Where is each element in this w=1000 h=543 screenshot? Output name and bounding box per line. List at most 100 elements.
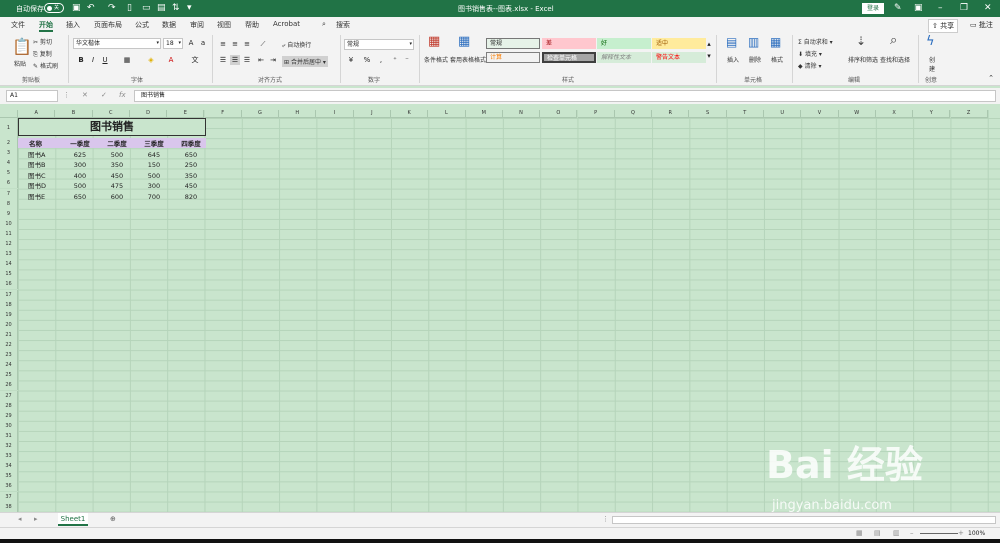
autosave-toggle[interactable]: 关 [44, 3, 64, 13]
find-select-icon[interactable]: ⌕ [890, 34, 897, 47]
name-box[interactable]: A1 [6, 90, 58, 102]
row-header-20[interactable]: 20 [0, 319, 18, 330]
table-cell[interactable]: 400 [64, 171, 96, 181]
table-cell[interactable]: 650 [64, 192, 96, 202]
redo-icon[interactable]: ↷ [108, 3, 116, 13]
font-size-select[interactable]: 18 ▾ [163, 38, 183, 49]
align-center-icon[interactable]: ☰ [230, 55, 240, 65]
table-cell[interactable]: 700 [138, 192, 170, 202]
align-top-icon[interactable]: ≡ [218, 39, 228, 49]
align-left-icon[interactable]: ☰ [218, 55, 228, 65]
wrap-text-button[interactable]: ⤶ 自动换行 [282, 40, 311, 50]
insert-cells-label[interactable]: 插入 [727, 55, 739, 64]
table-cell[interactable]: 350 [175, 171, 207, 181]
row-header-12[interactable]: 12 [0, 239, 18, 250]
zoom-out-icon[interactable]: – [910, 529, 914, 537]
cell-style-1[interactable]: 差 [542, 38, 596, 49]
cell-style-7[interactable]: 警告文本 [652, 52, 706, 63]
format-painter-button[interactable]: ✎ 格式刷 [33, 61, 58, 70]
format-cells-icon[interactable]: ▦ [770, 36, 781, 48]
column-header-b[interactable]: B [55, 110, 93, 118]
page-break-view-icon[interactable]: ▥ [893, 529, 900, 537]
tab-help[interactable]: 帮助 [245, 20, 259, 30]
column-header-i[interactable]: I [316, 110, 354, 118]
row-header-16[interactable]: 16 [0, 279, 18, 290]
row-header-27[interactable]: 27 [0, 390, 18, 401]
bold-button[interactable]: B [76, 55, 86, 65]
decrease-font-icon[interactable]: a [198, 38, 208, 48]
italic-button[interactable]: I [88, 55, 98, 65]
table-cell[interactable]: 820 [175, 192, 207, 202]
border-icon[interactable]: ▦ [122, 55, 132, 65]
column-header-p[interactable]: P [577, 110, 615, 118]
cell-style-6[interactable]: 解释性文本 [597, 52, 651, 63]
table-cell[interactable]: 图书E [28, 192, 60, 202]
column-header-u[interactable]: U [764, 110, 802, 118]
number-format-select[interactable]: 常规 ▾ [344, 39, 414, 50]
customize-qat-icon[interactable]: ▾ [187, 3, 192, 13]
normal-view-icon[interactable]: ▦ [856, 529, 863, 537]
column-header-y[interactable]: Y [913, 110, 951, 118]
align-right-icon[interactable]: ☰ [242, 55, 252, 65]
sheet-tab-sheet1[interactable]: Sheet1 [58, 513, 88, 526]
cut-button[interactable]: ✂ 剪切 [33, 37, 52, 46]
table-header-cell[interactable]: 四季度 [175, 139, 207, 149]
font-name-select[interactable]: 华文楷体 ▾ [73, 38, 161, 49]
table-cell[interactable]: 450 [101, 171, 133, 181]
table-cell[interactable]: 图书C [28, 171, 60, 181]
new-file-icon[interactable]: ▯ [127, 3, 132, 13]
column-header-q[interactable]: Q [614, 110, 653, 118]
tab-data[interactable]: 数据 [162, 20, 176, 30]
table-title[interactable]: 图书销售 [18, 118, 206, 136]
percent-icon[interactable]: % [362, 55, 372, 65]
column-header-g[interactable]: G [241, 110, 280, 118]
row-header-22[interactable]: 22 [0, 340, 18, 351]
tab-view[interactable]: 视图 [217, 20, 231, 30]
sort-filter-label[interactable]: 排序和筛选 [848, 55, 878, 64]
gallery-scroll-up-icon[interactable]: ▴ [704, 39, 714, 49]
column-header-t[interactable]: T [726, 110, 764, 118]
column-header-v[interactable]: V [801, 110, 839, 118]
table-cell[interactable]: 650 [175, 150, 207, 160]
column-header-n[interactable]: N [502, 110, 541, 118]
find-select-label[interactable]: 查找和选择 [880, 55, 910, 64]
column-header-o[interactable]: O [540, 110, 578, 118]
column-header-h[interactable]: H [279, 110, 317, 118]
column-header-a[interactable]: A [18, 110, 56, 118]
cell-style-3[interactable]: 适中 [652, 38, 706, 49]
column-header-x[interactable]: X [875, 110, 914, 118]
cell-style-5[interactable]: 检查单元格 [542, 52, 596, 63]
conditional-format-label[interactable]: 条件格式 [424, 55, 448, 64]
create-icon[interactable]: ϟ [926, 35, 935, 48]
column-header-j[interactable]: J [353, 110, 391, 118]
zoom-in-icon[interactable]: + [958, 529, 964, 537]
cancel-icon[interactable]: ✕ [82, 91, 88, 99]
table-header-cell[interactable]: 三季度 [138, 139, 170, 149]
table-cell[interactable]: 475 [101, 181, 133, 191]
table-cell[interactable]: 500 [138, 171, 170, 181]
close-icon[interactable]: ✕ [984, 3, 992, 13]
table-cell[interactable]: 图书B [28, 160, 60, 170]
row-header-37[interactable]: 37 [0, 491, 18, 502]
row-header-1[interactable]: 1 [0, 118, 18, 138]
cell-style-0[interactable]: 常规 [486, 38, 540, 49]
collapse-ribbon-icon[interactable]: ⌃ [986, 73, 996, 83]
row-header-36[interactable]: 36 [0, 481, 18, 492]
currency-icon[interactable]: ¥ [346, 55, 356, 65]
delete-cells-icon[interactable]: ▥ [748, 36, 759, 48]
formula-input[interactable]: 图书销售 [134, 90, 996, 102]
row-header-2[interactable]: 2 [0, 138, 18, 149]
table-header-cell[interactable]: 名称 [29, 139, 61, 149]
column-header-s[interactable]: S [689, 110, 727, 118]
row-header-31[interactable]: 31 [0, 430, 18, 441]
paste-icon[interactable]: 📋 [12, 38, 32, 56]
row-header-38[interactable]: 38 [0, 501, 18, 512]
increase-font-icon[interactable]: A [186, 38, 196, 48]
column-header-z[interactable]: Z [950, 110, 988, 118]
tab-insert[interactable]: 插入 [66, 20, 80, 30]
row-header-18[interactable]: 18 [0, 299, 18, 310]
gallery-scroll-down-icon[interactable]: ▾ [704, 51, 714, 61]
row-header-24[interactable]: 24 [0, 360, 18, 371]
enter-icon[interactable]: ✓ [101, 91, 107, 99]
merge-center-button[interactable]: ⊞ 合并后居中 ▾ [282, 56, 328, 67]
